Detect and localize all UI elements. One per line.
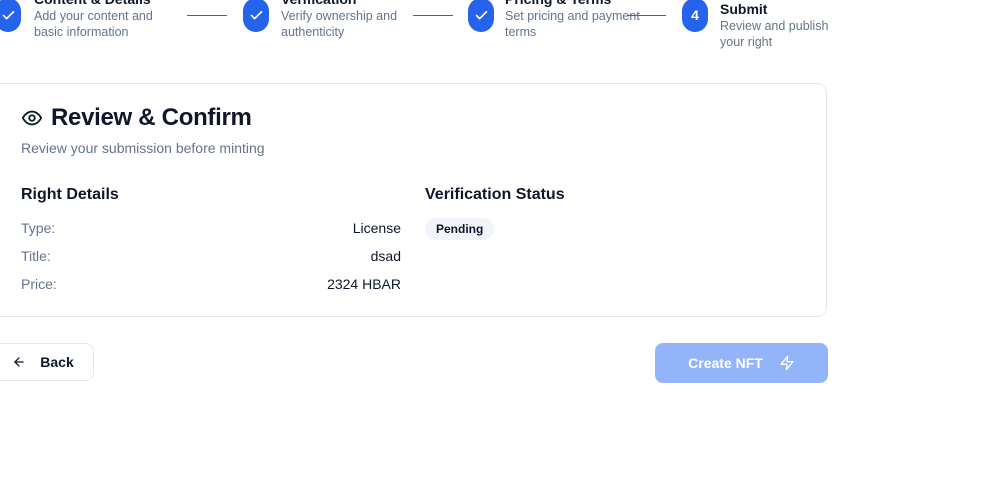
step-4-current-indicator: 4 (682, 0, 708, 32)
check-icon (250, 10, 262, 19)
step-1-title: Content & Details (34, 0, 174, 8)
detail-value: dsad (370, 248, 401, 264)
back-button[interactable]: Back (0, 343, 94, 381)
create-nft-button-label: Create NFT (688, 355, 763, 371)
review-header: Review & Confirm (21, 104, 252, 132)
create-nft-button[interactable]: Create NFT (655, 343, 828, 383)
step-2-complete-indicator (243, 0, 269, 32)
review-card: Review & Confirm Review your submission … (0, 83, 827, 317)
detail-value: License (352, 220, 401, 236)
page-subtitle: Review your submission before minting (21, 140, 265, 156)
detail-row-type: Type: License (21, 220, 401, 236)
step-2-description: Verify ownership and authenticity (281, 9, 398, 39)
step-4: Submit Review and publish your right (720, 0, 830, 50)
status-badge: Pending (425, 218, 495, 240)
page-title: Review & Confirm (51, 104, 252, 131)
step-4-number: 4 (691, 7, 699, 23)
lightning-icon (780, 355, 794, 371)
arrow-left-icon (14, 357, 24, 367)
right-details-heading: Right Details (21, 186, 119, 203)
detail-label: Title: (21, 248, 51, 264)
step-connector-1 (187, 15, 227, 16)
step-1: Content & Details Add your content and b… (34, 0, 174, 40)
stepper: Content & Details Add your content and b… (0, 0, 1005, 60)
step-3-complete-indicator (468, 0, 494, 32)
detail-row-price: Price: 2324 HBAR (21, 276, 401, 292)
detail-row-title: Title: dsad (21, 248, 401, 264)
detail-label: Type: (21, 220, 56, 236)
step-1-complete-indicator (0, 0, 21, 32)
step-3-description: Set pricing and payment terms (505, 9, 640, 39)
check-icon (2, 10, 14, 19)
check-icon (475, 10, 487, 19)
step-2-title: Verification (281, 0, 421, 8)
back-button-label: Back (40, 354, 74, 370)
detail-value: 2324 HBAR (327, 276, 401, 292)
step-4-description: Review and publish your right (720, 19, 829, 49)
step-3-title: Pricing & Terms (505, 0, 645, 8)
step-1-description: Add your content and basic information (34, 9, 153, 39)
step-4-title: Submit (720, 1, 768, 17)
verification-status-heading: Verification Status (425, 186, 565, 203)
step-connector-2 (413, 15, 453, 16)
step-connector-3 (627, 15, 666, 16)
detail-label: Price: (21, 276, 57, 292)
eye-icon (21, 107, 43, 129)
step-2: Verification Verify ownership and authen… (281, 0, 421, 40)
step-3: Pricing & Terms Set pricing and payment … (505, 0, 645, 40)
